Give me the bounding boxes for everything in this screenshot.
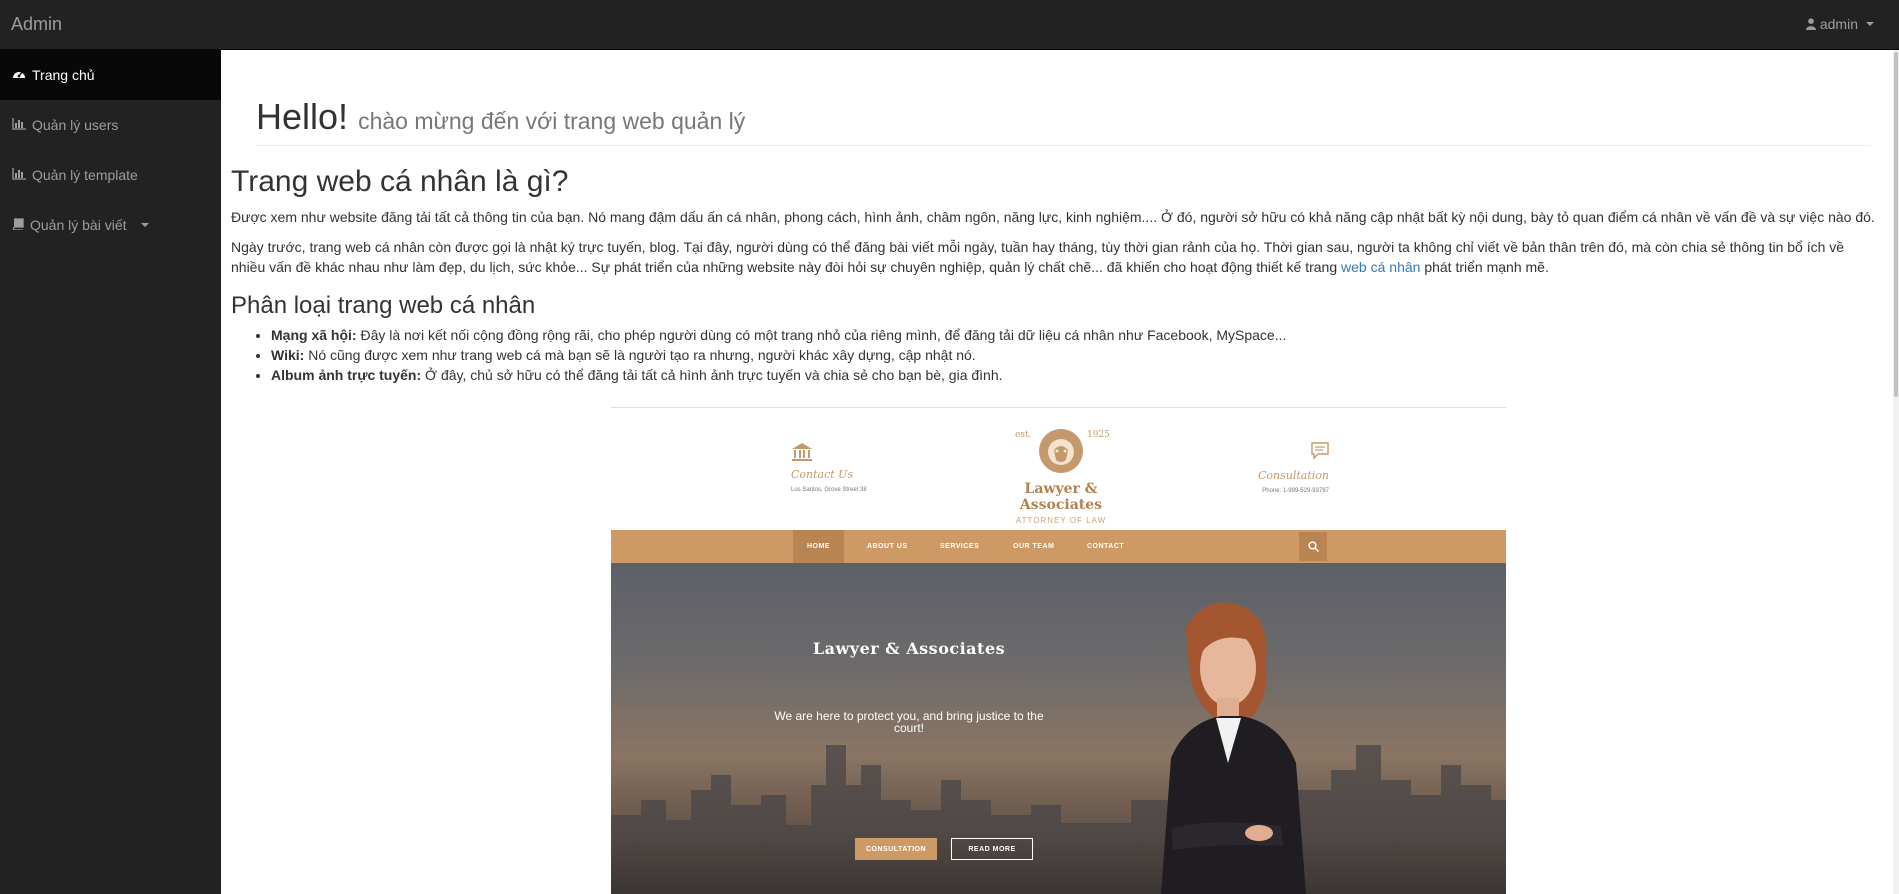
paragraph-text: phát triển mạnh mẽ.: [1420, 258, 1549, 275]
page-subtitle: chào mừng đến với trang web quản lý: [358, 108, 746, 134]
list-item-text: Đây là nơi kết nối cộng đồng rộng rãi, c…: [356, 326, 1287, 343]
main-content: Hello! chào mừng đến với trang web quản …: [221, 50, 1891, 894]
preview-logo-name: Lawyer & Associates: [1019, 481, 1103, 513]
bar-chart-icon: [12, 117, 26, 133]
preview-hero-title: Lawyer & Associates: [812, 639, 1006, 658]
list-item-label: Wiki:: [271, 346, 305, 363]
preview-nav-item: HOME: [793, 530, 844, 563]
businesswoman-photo: [1161, 602, 1306, 894]
preview-nav-item: OUR TEAM: [1013, 543, 1055, 550]
sidebar: Trang chủ Quản lý users Quản lý template…: [0, 50, 221, 894]
preview-logo-tagline: ATTORNEY OF LAW: [1015, 516, 1107, 525]
article-paragraph-2: Ngày trước, trang web cá nhân còn được g…: [231, 237, 1881, 277]
sidebar-item-label: Quản lý users: [32, 117, 119, 133]
sidebar-item-users[interactable]: Quản lý users: [0, 100, 221, 150]
preview-contact: Contact Us Los Santos, Grove Street 38: [791, 443, 867, 493]
preview-nav-item: CONTACT: [1087, 543, 1125, 550]
article-heading: Trang web cá nhân là gì?: [231, 164, 569, 198]
site-types-list: Mạng xã hội: Đây là nơi kết nối cộng đồn…: [271, 325, 1881, 385]
list-item-text: Nó cũng được xem như trang web cá mà bạn…: [304, 346, 976, 363]
scrollbar-thumb[interactable]: [1894, 52, 1898, 397]
list-item: Mạng xã hội: Đây là nơi kết nối cộng đồn…: [271, 325, 1881, 345]
preview-hero-subtitle: We are here to protect you, and bring ju…: [774, 709, 1044, 735]
bank-icon: [791, 443, 813, 464]
preview-consult-phone: Phone: 1-999-529-93787: [1262, 488, 1329, 494]
preview-header: Contact Us Los Santos, Grove Street 38 e…: [611, 408, 1506, 530]
preview-read-more-button: READ MORE: [951, 838, 1033, 860]
list-item: Wiki: Nó cũng được xem như trang web cá …: [271, 345, 1881, 365]
lion-logo-icon: [1038, 429, 1084, 477]
chat-icon: [1311, 442, 1329, 463]
water-reflection: [611, 835, 1506, 894]
list-item-text: Ở đây, chủ sở hữu có thể đăng tải tất cả…: [421, 366, 1003, 383]
caret-down-icon: [1866, 22, 1874, 26]
preview-consultation-button: CONSULTATION: [855, 838, 937, 860]
list-item-label: Album ảnh trực tuyến:: [271, 366, 422, 383]
sidebar-item-label: Quản lý bài viết: [30, 217, 127, 233]
preview-nav-item: ABOUT US: [867, 543, 908, 550]
brand-link[interactable]: Admin: [11, 14, 62, 35]
preview-contact-address: Los Santos, Grove Street 38: [791, 487, 867, 493]
preview-nav-item: SERVICES: [940, 543, 980, 550]
page-title-text: Hello!: [256, 96, 349, 137]
preview-logo: Lawyer & Associates ATTORNEY OF LAW: [986, 428, 1136, 525]
list-item: Album ảnh trực tuyến: Ở đây, chủ sở hữu …: [271, 365, 1881, 385]
preview-consultation: Consultation Phone: 1-999-529-93787: [1258, 442, 1329, 494]
list-item-label: Mạng xã hội:: [271, 326, 357, 343]
sidebar-item-label: Trang chủ: [32, 67, 95, 83]
page-title: Hello! chào mừng đến với trang web quản …: [256, 97, 1871, 137]
bar-chart-icon: [12, 167, 26, 183]
page-header: Hello! chào mừng đến với trang web quản …: [256, 97, 1871, 146]
book-icon: [12, 217, 24, 233]
user-icon: [1805, 18, 1816, 30]
paragraph-text: Ngày trước, trang web cá nhân còn được g…: [231, 238, 1845, 275]
sidebar-item-label: Quản lý template: [32, 167, 138, 183]
search-icon: [1299, 532, 1327, 561]
top-navbar: Admin admin: [0, 0, 1899, 50]
article-subheading: Phân loại trang web cá nhân: [231, 291, 536, 319]
preview-consult-title: Consultation: [1258, 469, 1329, 482]
template-preview-image: Contact Us Los Santos, Grove Street 38 e…: [611, 407, 1506, 894]
dashboard-icon: [12, 67, 26, 83]
caret-down-icon: [140, 223, 149, 227]
preview-hero: Lawyer & Associates We are here to prote…: [611, 563, 1506, 894]
article-paragraph-1: Được xem như website đăng tải tất cả thô…: [231, 208, 1875, 225]
preview-navbar: HOME ABOUT US SERVICES OUR TEAM CONTACT: [611, 530, 1506, 563]
sidebar-item-home[interactable]: Trang chủ: [0, 50, 221, 100]
preview-contact-title: Contact Us: [791, 468, 854, 481]
sidebar-item-templates[interactable]: Quản lý template: [0, 150, 221, 200]
user-name: admin: [1819, 16, 1858, 32]
page-scrollbar[interactable]: [1893, 50, 1899, 894]
sidebar-item-posts[interactable]: Quản lý bài viết: [0, 200, 221, 250]
user-menu[interactable]: admin: [1805, 16, 1874, 32]
personal-web-link[interactable]: web cá nhân: [1341, 259, 1420, 275]
